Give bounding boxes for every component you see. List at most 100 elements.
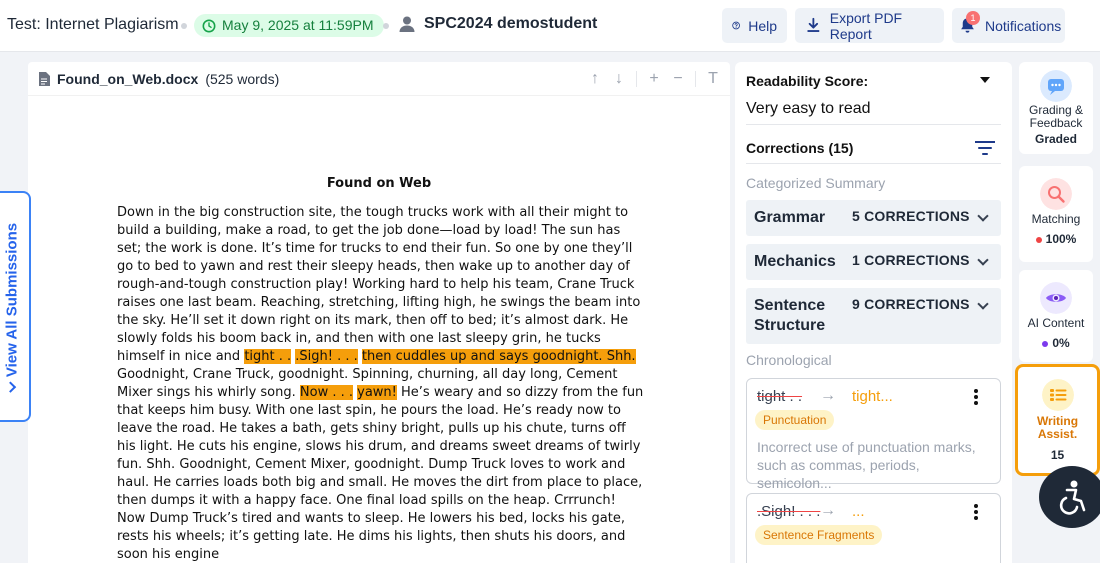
category-grammar[interactable]: Grammar 5 CORRECTIONS bbox=[746, 200, 1001, 236]
help-icon bbox=[732, 21, 740, 30]
rail-label: Matching bbox=[1031, 212, 1081, 226]
due-date-text: May 9, 2025 at 11:59PM bbox=[222, 17, 374, 33]
document-file-info: Found_on_Web.docx (525 words) bbox=[38, 71, 279, 87]
rail-label: Grading & Feedback bbox=[1028, 103, 1084, 130]
chevron-down-icon bbox=[4, 381, 16, 393]
category-mechanics[interactable]: Mechanics 1 CORRECTIONS bbox=[746, 244, 1001, 280]
zoom-out-icon[interactable]: − bbox=[671, 70, 685, 88]
view-all-submissions-tab[interactable]: View All Submissions bbox=[0, 191, 31, 422]
status-dot bbox=[1042, 340, 1049, 347]
zoom-in-icon[interactable]: + bbox=[647, 70, 661, 88]
category-name: Grammar bbox=[754, 209, 826, 226]
due-date-badge: May 9, 2025 at 11:59PM bbox=[194, 14, 384, 37]
category-count: 5 CORRECTIONS bbox=[852, 208, 970, 224]
rail-value-row: 0% bbox=[1019, 336, 1093, 350]
notifications-button[interactable]: 1 Notifications bbox=[952, 8, 1065, 43]
document-filename: Found_on_Web.docx bbox=[57, 71, 199, 87]
status-dot bbox=[1035, 236, 1042, 243]
arrow-right-icon: → bbox=[820, 387, 836, 404]
export-pdf-button[interactable]: Export PDF Report bbox=[795, 8, 944, 43]
rail-value: 100% bbox=[1045, 232, 1077, 246]
category-name: Mechanics bbox=[754, 253, 836, 270]
student-info: SPC2024 demostudent bbox=[398, 15, 597, 33]
document-body: Down in the big construction site, the t… bbox=[117, 204, 647, 563]
writing-assist-icon bbox=[1042, 379, 1074, 411]
filter-icon[interactable] bbox=[975, 141, 995, 155]
magnifier-icon bbox=[1040, 178, 1072, 210]
corrections-panel: Readability Score: Very easy to read Cor… bbox=[735, 62, 1012, 563]
rail-ai-content[interactable]: AI Content 0% bbox=[1019, 270, 1093, 362]
readability-title: Readability Score: bbox=[746, 73, 869, 89]
highlighted-text[interactable]: yawn! bbox=[357, 385, 397, 400]
toolbar-divider bbox=[636, 71, 637, 87]
correction-description: Incorrect use of punctuation marks, such… bbox=[757, 439, 976, 491]
arrow-down-icon[interactable]: ↓ bbox=[612, 70, 626, 88]
rail-label: AI Content bbox=[1027, 316, 1085, 330]
document-panel: Found_on_Web.docx (525 words) ↑ ↓ + − T … bbox=[28, 62, 730, 563]
text-format-icon[interactable]: T bbox=[706, 70, 720, 88]
rail-matching[interactable]: Matching 100% bbox=[1019, 166, 1093, 262]
category-count: 9 CORRECTIONS bbox=[852, 296, 970, 312]
help-button[interactable]: Help bbox=[722, 8, 787, 43]
test-title: Test: Internet Plagiarism bbox=[7, 16, 179, 33]
correction-original: tight . . bbox=[757, 388, 803, 405]
correction-card[interactable]: .Sigh! . . . → ... Sentence Fragments bbox=[746, 493, 1001, 563]
chat-bubble-icon bbox=[1040, 70, 1072, 102]
document-text: Down in the big construction site, the t… bbox=[117, 205, 641, 364]
more-options-icon[interactable] bbox=[973, 387, 979, 407]
document-text: He’s weary and so dizzy from the fun tha… bbox=[117, 385, 644, 562]
clock-icon bbox=[202, 19, 216, 32]
view-all-submissions-label: View All Submissions bbox=[3, 222, 21, 393]
export-label: Export PDF Report bbox=[829, 9, 903, 42]
arrow-right-icon: → bbox=[820, 502, 836, 519]
document-title: Found on Web bbox=[326, 176, 432, 191]
rail-label: Writing Assist. bbox=[1036, 414, 1079, 441]
correction-type-tag: Sentence Fragments bbox=[755, 525, 883, 545]
readability-value: Very easy to read bbox=[746, 100, 871, 117]
document-toolbar: Found_on_Web.docx (525 words) ↑ ↓ + − T bbox=[28, 62, 730, 96]
more-options-icon[interactable] bbox=[973, 502, 979, 522]
category-sentence-structure[interactable]: Sentence Structure 9 CORRECTIONS bbox=[746, 288, 1001, 344]
user-icon bbox=[399, 16, 415, 32]
rail-value-row: 100% bbox=[1019, 232, 1093, 246]
caret-down-icon[interactable] bbox=[980, 77, 990, 83]
accessibility-icon bbox=[1059, 480, 1086, 515]
chevron-down-icon bbox=[977, 254, 989, 266]
header-separator bbox=[383, 23, 389, 29]
highlighted-text[interactable]: tight . . bbox=[244, 349, 292, 364]
corrections-title: Corrections (15) bbox=[746, 140, 854, 156]
file-icon bbox=[39, 72, 50, 86]
correction-type-tag: Punctuation bbox=[755, 410, 835, 430]
category-name: Sentence Structure bbox=[754, 297, 826, 334]
divider bbox=[746, 163, 1001, 164]
rail-grading-feedback[interactable]: Grading & Feedback Graded bbox=[1019, 62, 1093, 154]
rail-value: Graded bbox=[1034, 132, 1077, 146]
header-separator bbox=[181, 23, 187, 29]
document-tools: ↑ ↓ + − T bbox=[588, 70, 720, 88]
eye-icon bbox=[1040, 282, 1072, 314]
highlighted-text[interactable]: Now . . . bbox=[299, 385, 353, 400]
notifications-label: Notifications bbox=[985, 17, 1062, 34]
student-name: SPC2024 demostudent bbox=[424, 15, 598, 32]
document-word-count: (525 words) bbox=[205, 71, 280, 87]
highlighted-text[interactable]: then cuddles up and says goodnight. Shh. bbox=[361, 349, 636, 364]
chevron-down-icon bbox=[977, 210, 989, 222]
categorized-summary-heading: Categorized Summary bbox=[746, 175, 886, 191]
highlighted-text[interactable]: .Sigh! . . . bbox=[295, 349, 358, 364]
correction-card[interactable]: tight . . → tight... Punctuation Incorre… bbox=[746, 378, 1001, 491]
chronological-heading: Chronological bbox=[746, 352, 832, 368]
view-all-submissions-text: View All Submissions bbox=[3, 222, 21, 378]
accessibility-button[interactable] bbox=[1039, 466, 1100, 528]
rail-value: 0% bbox=[1052, 336, 1070, 350]
correction-suggestion: tight... bbox=[852, 388, 893, 405]
top-header: Test: Internet Plagiarism May 9, 2025 at… bbox=[0, 0, 1100, 52]
chevron-down-icon bbox=[977, 298, 989, 310]
arrow-up-icon[interactable]: ↑ bbox=[588, 70, 602, 88]
divider bbox=[746, 124, 1001, 125]
toolbar-divider bbox=[695, 71, 696, 87]
rail-writing-assist[interactable]: Writing Assist. 15 bbox=[1015, 364, 1100, 476]
correction-original: .Sigh! . . . bbox=[757, 503, 821, 520]
category-count: 1 CORRECTIONS bbox=[852, 252, 970, 268]
notification-count-badge: 1 bbox=[966, 10, 980, 25]
download-icon bbox=[807, 17, 820, 32]
